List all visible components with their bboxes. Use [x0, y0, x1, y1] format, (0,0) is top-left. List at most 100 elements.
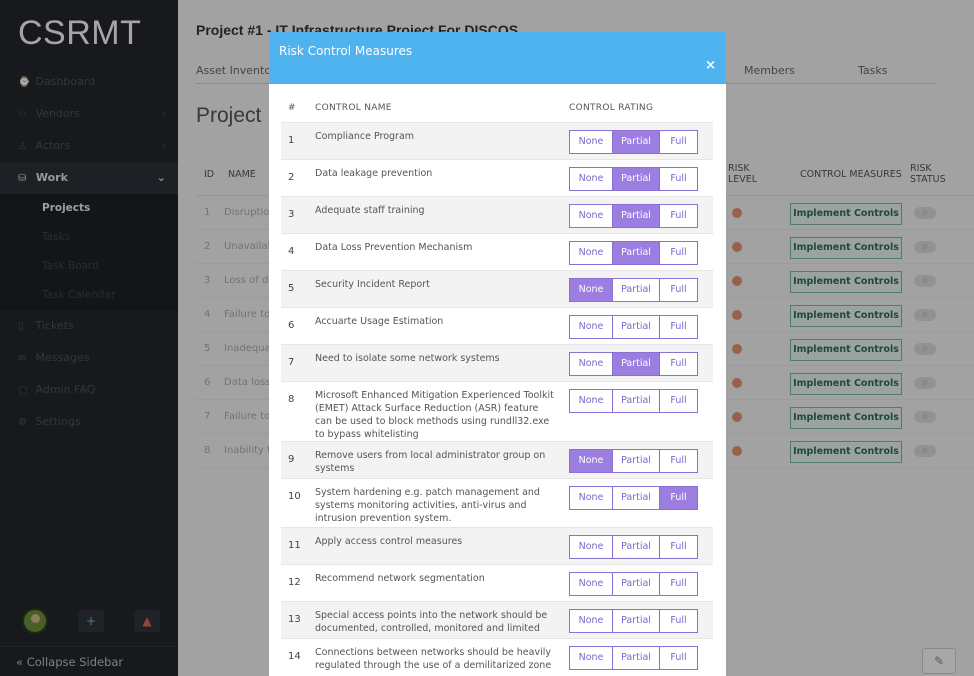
rating-partial-button[interactable]: Partial: [612, 647, 659, 669]
rating-full-button[interactable]: Full: [659, 168, 697, 190]
controls-table-header: # CONTROL NAME CONTROL RATING: [281, 98, 713, 122]
control-rating-group: None Partial Full: [569, 646, 698, 670]
rating-partial-button[interactable]: Partial: [612, 610, 659, 632]
control-rating-group: None Partial Full: [569, 352, 698, 376]
modal-title: Risk Control Measures: [279, 44, 413, 58]
control-name: Need to isolate some network systems: [315, 353, 500, 364]
rating-full-button[interactable]: Full: [659, 390, 697, 412]
rating-none-button[interactable]: None: [570, 390, 612, 412]
control-row: 10 System hardening e.g. patch management…: [281, 478, 713, 527]
control-number: 10: [288, 491, 301, 502]
rating-none-button[interactable]: None: [570, 279, 612, 301]
rating-full-button[interactable]: Full: [659, 487, 697, 509]
control-rating-group: None Partial Full: [569, 241, 698, 265]
col-control-name: CONTROL NAME: [315, 103, 392, 113]
rating-partial-button[interactable]: Partial: [612, 316, 659, 338]
control-name: Data Loss Prevention Mechanism: [315, 242, 473, 253]
control-number: 4: [288, 246, 295, 257]
rating-none-button[interactable]: None: [570, 536, 612, 558]
control-row: 6 Accuarte Usage Estimation None Partial Ful…: [281, 307, 713, 344]
control-number: 13: [288, 614, 301, 625]
control-row: 4 Data Loss Prevention Mechanism None Parti…: [281, 233, 713, 270]
rating-full-button[interactable]: Full: [659, 573, 697, 595]
modal-header: Risk Control Measures ×: [269, 32, 726, 84]
control-name: Apply access control measures: [315, 536, 463, 547]
control-number: 14: [288, 651, 301, 662]
control-number: 8: [288, 394, 295, 405]
rating-none-button[interactable]: None: [570, 242, 612, 264]
control-rating-group: None Partial Full: [569, 315, 698, 339]
control-row: 5 Security Incident Report None Partial Full: [281, 270, 713, 307]
control-row: 9 Remove users from local administrator g…: [281, 441, 713, 478]
rating-partial-button[interactable]: Partial: [612, 205, 659, 227]
control-rating-group: None Partial Full: [569, 449, 698, 473]
control-name: Special access points into the network s…: [315, 610, 548, 634]
col-number: #: [288, 103, 296, 113]
control-rating-group: None Partial Full: [569, 278, 698, 302]
rating-none-button[interactable]: None: [570, 168, 612, 190]
control-row: 13 Special access points into the network…: [281, 601, 713, 638]
rating-none-button[interactable]: None: [570, 450, 612, 472]
control-rating-group: None Partial Full: [569, 389, 698, 413]
rating-partial-button[interactable]: Partial: [612, 168, 659, 190]
control-number: 11: [288, 540, 301, 551]
rating-full-button[interactable]: Full: [659, 353, 697, 375]
rating-none-button[interactable]: None: [570, 353, 612, 375]
rating-full-button[interactable]: Full: [659, 610, 697, 632]
control-number: 9: [288, 454, 295, 465]
rating-full-button[interactable]: Full: [659, 242, 697, 264]
control-rating-group: None Partial Full: [569, 130, 698, 154]
rating-full-button[interactable]: Full: [659, 536, 697, 558]
rating-none-button[interactable]: None: [570, 316, 612, 338]
rating-none-button[interactable]: None: [570, 487, 612, 509]
control-rating-group: None Partial Full: [569, 204, 698, 228]
rating-none-button[interactable]: None: [570, 205, 612, 227]
rating-full-button[interactable]: Full: [659, 647, 697, 669]
col-control-rating: CONTROL RATING: [569, 103, 654, 113]
rating-none-button[interactable]: None: [570, 573, 612, 595]
control-name: Microsoft Enhanced Mitigation Experience…: [315, 390, 554, 440]
control-rating-group: None Partial Full: [569, 572, 698, 596]
control-name: System hardening e.g. patch management a…: [315, 487, 540, 524]
control-row: 11 Apply access control measures None Parti…: [281, 527, 713, 564]
close-icon[interactable]: ×: [705, 58, 716, 73]
control-rating-group: None Partial Full: [569, 535, 698, 559]
control-row: 2 Data leakage prevention None Partial Full: [281, 159, 713, 196]
control-number: 5: [288, 283, 295, 294]
rating-full-button[interactable]: Full: [659, 316, 697, 338]
control-number: 1: [288, 135, 295, 146]
rating-partial-button[interactable]: Partial: [612, 131, 659, 153]
rating-full-button[interactable]: Full: [659, 450, 697, 472]
control-name: Recommend network segmentation: [315, 573, 485, 584]
rating-partial-button[interactable]: Partial: [612, 450, 659, 472]
control-row: 1 Compliance Program None Partial Full: [281, 122, 713, 159]
control-row: 14 Connections between networks should be…: [281, 638, 713, 675]
rating-partial-button[interactable]: Partial: [612, 536, 659, 558]
control-row: 7 Need to isolate some network systems Non…: [281, 344, 713, 381]
control-name: Accuarte Usage Estimation: [315, 316, 444, 327]
control-name: Adequate staff training: [315, 205, 425, 216]
rating-none-button[interactable]: None: [570, 131, 612, 153]
control-row: 12 Recommend network segmentation None Part…: [281, 564, 713, 601]
rating-partial-button[interactable]: Partial: [612, 279, 659, 301]
rating-partial-button[interactable]: Partial: [612, 242, 659, 264]
rating-full-button[interactable]: Full: [659, 279, 697, 301]
rating-partial-button[interactable]: Partial: [612, 573, 659, 595]
control-rating-group: None Partial Full: [569, 486, 698, 510]
rating-full-button[interactable]: Full: [659, 205, 697, 227]
risk-control-modal: Risk Control Measures × # CONTROL NAME C…: [269, 32, 726, 676]
rating-full-button[interactable]: Full: [659, 131, 697, 153]
control-number: 2: [288, 172, 295, 183]
control-rating-group: None Partial Full: [569, 167, 698, 191]
control-row: 3 Adequate staff training None Partial Full: [281, 196, 713, 233]
rating-none-button[interactable]: None: [570, 647, 612, 669]
rating-partial-button[interactable]: Partial: [612, 353, 659, 375]
control-row: 8 Microsoft Enhanced Mitigation Experienc…: [281, 381, 713, 441]
control-name: Compliance Program: [315, 131, 415, 142]
control-name: Remove users from local administrator gr…: [315, 450, 546, 474]
rating-partial-button[interactable]: Partial: [612, 487, 659, 509]
control-name: Security Incident Report: [315, 279, 430, 290]
rating-partial-button[interactable]: Partial: [612, 390, 659, 412]
rating-none-button[interactable]: None: [570, 610, 612, 632]
control-rating-group: None Partial Full: [569, 609, 698, 633]
